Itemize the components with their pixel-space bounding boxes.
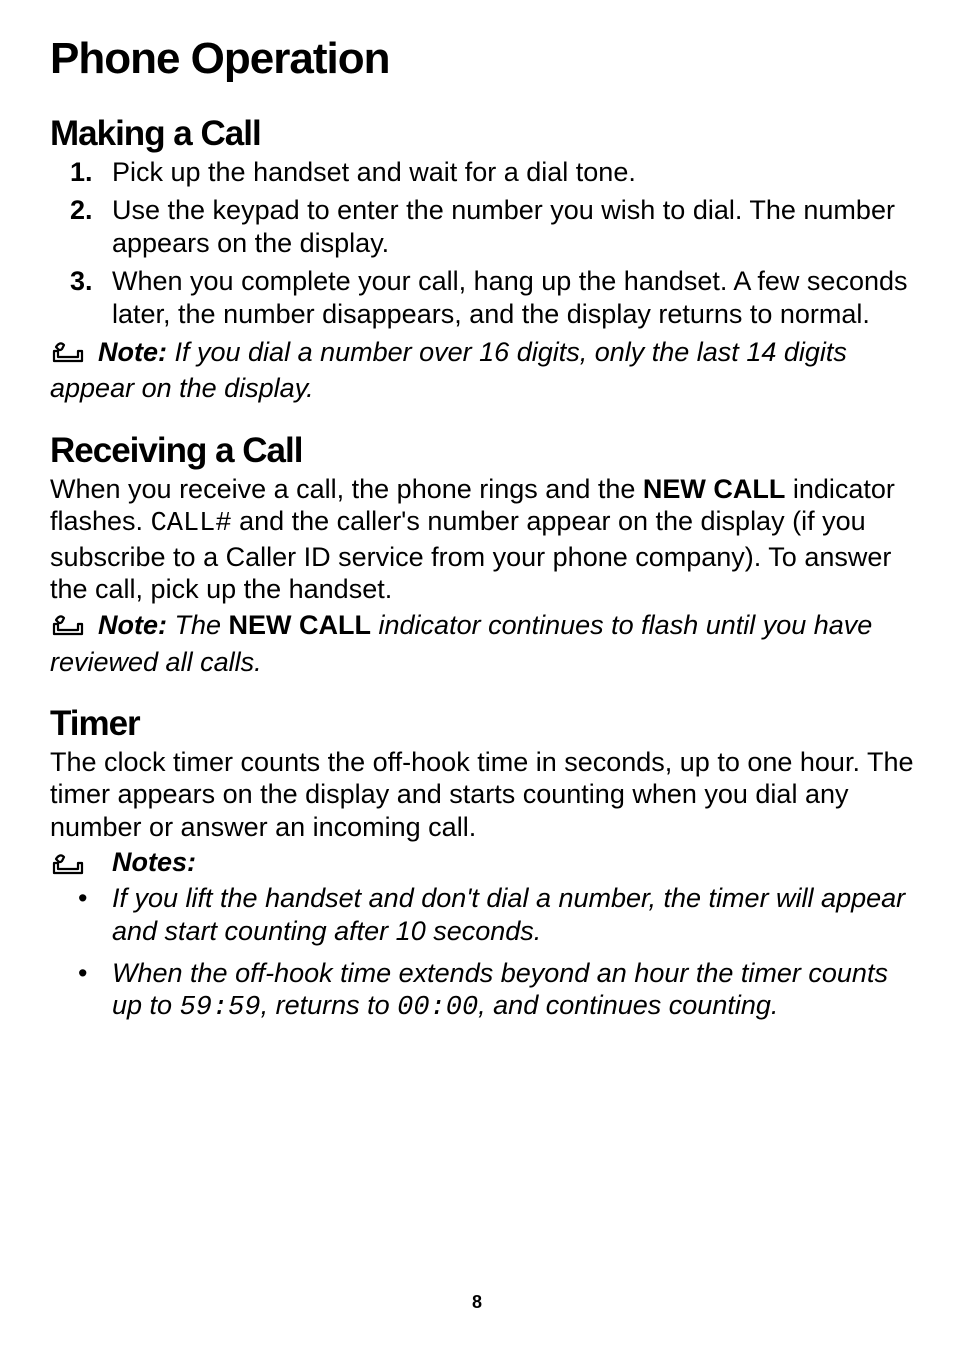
note-label: Note: xyxy=(98,337,167,367)
section-timer: Timer The clock timer counts the off-hoo… xyxy=(50,704,914,1025)
note: Note: If you dial a number over 16 digit… xyxy=(50,336,914,405)
call-number-display: CALL# xyxy=(151,509,232,539)
notes-label: Notes: xyxy=(112,847,196,877)
step-item: Use the keypad to enter the number you w… xyxy=(50,194,914,259)
timer-value: 59:59 xyxy=(180,993,261,1023)
notes-list: If you lift the handset and don't dial a… xyxy=(50,882,914,1025)
new-call-label: NEW CALL xyxy=(229,610,371,640)
page-title: Phone Operation xyxy=(50,34,914,84)
timer-value: 00:00 xyxy=(397,993,478,1023)
text: When you receive a call, the phone rings… xyxy=(50,474,643,504)
note-item: If you lift the handset and don't dial a… xyxy=(50,882,914,947)
text: The xyxy=(167,610,229,640)
text: , returns to xyxy=(261,990,398,1020)
heading-timer: Timer xyxy=(50,704,914,744)
step-item: When you complete your call, hang up the… xyxy=(50,265,914,330)
note-item: When the off-hook time extends beyond an… xyxy=(50,957,914,1025)
heading-receiving-call: Receiving a Call xyxy=(50,431,914,471)
note: Note: The NEW CALL indicator continues t… xyxy=(50,609,914,678)
receiving-body: When you receive a call, the phone rings… xyxy=(50,473,914,606)
phone-note-icon xyxy=(50,337,98,372)
step-item: Pick up the handset and wait for a dial … xyxy=(50,156,914,188)
note-label: Note: xyxy=(98,610,167,640)
heading-making-call: Making a Call xyxy=(50,114,914,154)
phone-note-icon xyxy=(50,849,98,884)
notes-heading: Notes: xyxy=(50,847,914,878)
note-text: If you dial a number over 16 digits, onl… xyxy=(50,337,847,403)
phone-note-icon xyxy=(50,610,98,645)
section-making-call: Making a Call Pick up the handset and wa… xyxy=(50,114,914,405)
page-number: 8 xyxy=(0,1292,954,1313)
timer-body: The clock timer counts the off-hook time… xyxy=(50,746,914,843)
steps-list: Pick up the handset and wait for a dial … xyxy=(50,156,914,330)
new-call-label: NEW CALL xyxy=(643,474,785,504)
section-receiving-call: Receiving a Call When you receive a call… xyxy=(50,431,914,678)
text: , and continues counting. xyxy=(478,990,778,1020)
